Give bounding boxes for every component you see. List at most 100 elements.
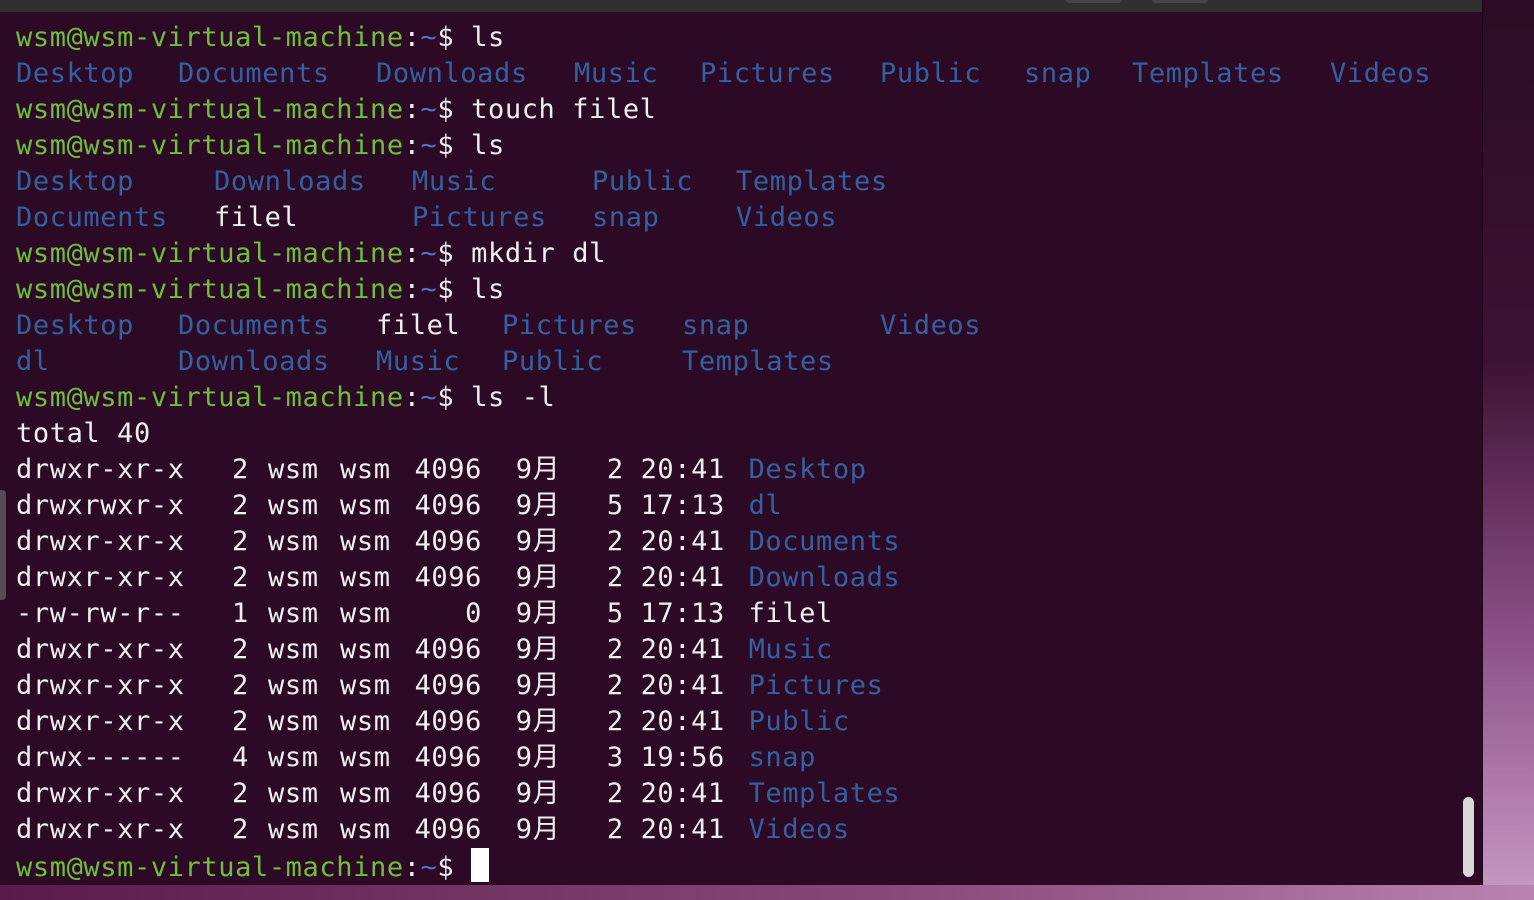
ls-output-row: dl Downloads Music Public Templates bbox=[16, 344, 1456, 380]
permissions: drwxr-xr-x bbox=[16, 562, 185, 593]
directory-name: Desktop bbox=[16, 310, 134, 341]
directory-name: Music bbox=[412, 166, 497, 197]
directory-name: Downloads bbox=[178, 346, 330, 377]
group: wsm bbox=[340, 454, 391, 485]
group: wsm bbox=[340, 778, 391, 809]
link-count: 2 bbox=[232, 814, 249, 845]
terminal-scrollbar[interactable] bbox=[1463, 797, 1474, 877]
time: 20:41 bbox=[640, 634, 725, 665]
link-count: 2 bbox=[232, 562, 249, 593]
directory-name: Documents bbox=[178, 310, 330, 341]
month: 9月 bbox=[515, 706, 561, 737]
directory-name: Pictures bbox=[502, 310, 637, 341]
day: 5 bbox=[606, 490, 624, 521]
directory-name: Videos bbox=[880, 310, 982, 341]
ls-output-row: Desktop Documents filel Pictures snap Videos bbox=[16, 308, 1456, 344]
month: 9月 bbox=[515, 634, 561, 665]
month: 9月 bbox=[515, 670, 561, 701]
directory-name: Downloads bbox=[214, 166, 366, 197]
command-line: wsm@wsm-virtual-machine:~$ ls bbox=[16, 20, 1456, 56]
command-line: wsm@wsm-virtual-machine:~$ bbox=[16, 848, 1456, 884]
day: 3 bbox=[606, 742, 624, 773]
ls-long-row: drwxr-xr-x 2 wsm wsm 4096 9月 2 20:41 Templates bbox=[16, 776, 1456, 812]
prompt-user-host: wsm@wsm-virtual-machine bbox=[16, 382, 404, 413]
file-name: filel bbox=[214, 202, 299, 233]
titlebar-button[interactable] bbox=[1152, 0, 1208, 3]
directory-name: Templates bbox=[1132, 58, 1284, 89]
directory-name: Public bbox=[502, 346, 604, 377]
directory-name: Music bbox=[748, 634, 833, 665]
prompt-symbol: $ bbox=[437, 382, 472, 413]
file-size: 4096 bbox=[414, 454, 482, 485]
ls-long-row: drwxr-xr-x 2 wsm wsm 4096 9月 2 20:41 Public bbox=[16, 704, 1456, 740]
owner: wsm bbox=[268, 526, 319, 557]
prompt-symbol: $ bbox=[437, 130, 472, 161]
group: wsm bbox=[340, 742, 391, 773]
directory-name: snap bbox=[748, 742, 816, 773]
link-count: 2 bbox=[232, 454, 249, 485]
ls-long-row: drwxr-xr-x 2 wsm wsm 4096 9月 2 20:41 Downloads bbox=[16, 560, 1456, 596]
directory-name: Desktop bbox=[16, 58, 134, 89]
link-count: 4 bbox=[232, 742, 249, 773]
terminal-window[interactable]: wsm@wsm-virtual-machine:~$ ls Desktop Docu… bbox=[0, 0, 1483, 885]
directory-name: Videos bbox=[736, 202, 838, 233]
command-text: ls -l bbox=[471, 382, 556, 413]
ls-long-row: -rw-rw-r-- 1 wsm wsm 0 9月 5 17:13 filel bbox=[16, 596, 1456, 632]
time: 19:56 bbox=[640, 742, 725, 773]
permissions: drwxr-xr-x bbox=[16, 526, 185, 557]
prompt-colon: : bbox=[403, 94, 421, 125]
time: 20:41 bbox=[640, 706, 725, 737]
prompt-colon: : bbox=[403, 852, 421, 883]
day: 5 bbox=[606, 598, 624, 629]
directory-name: Desktop bbox=[748, 454, 867, 485]
file-size: 4096 bbox=[414, 706, 482, 737]
prompt-user-host: wsm@wsm-virtual-machine bbox=[16, 274, 404, 305]
ls-long-row: drwxrwxr-x 2 wsm wsm 4096 9月 5 17:13 dl bbox=[16, 488, 1456, 524]
day: 2 bbox=[606, 526, 624, 557]
titlebar-button[interactable] bbox=[1066, 0, 1122, 3]
text-cursor bbox=[471, 848, 490, 882]
day: 2 bbox=[606, 814, 624, 845]
group: wsm bbox=[340, 670, 391, 701]
terminal-titlebar[interactable] bbox=[0, 0, 1482, 12]
directory-name: Videos bbox=[748, 814, 850, 845]
prompt-user-host: wsm@wsm-virtual-machine bbox=[16, 94, 404, 125]
directory-name: Public bbox=[748, 706, 850, 737]
file-size: 0 bbox=[465, 598, 482, 629]
directory-name: Templates bbox=[736, 166, 888, 197]
owner: wsm bbox=[268, 454, 319, 485]
link-count: 2 bbox=[232, 670, 249, 701]
link-count: 2 bbox=[232, 526, 249, 557]
file-size: 4096 bbox=[414, 778, 482, 809]
prompt-path: ~ bbox=[420, 94, 438, 125]
month: 9月 bbox=[515, 598, 561, 629]
command-line: wsm@wsm-virtual-machine:~$ ls bbox=[16, 128, 1456, 164]
directory-name: Documents bbox=[748, 526, 901, 557]
owner: wsm bbox=[268, 670, 319, 701]
group: wsm bbox=[340, 526, 391, 557]
prompt-symbol: $ bbox=[437, 22, 472, 53]
month: 9月 bbox=[515, 742, 561, 773]
link-count: 2 bbox=[232, 706, 249, 737]
command-text: ls bbox=[471, 274, 505, 305]
terminal-output[interactable]: wsm@wsm-virtual-machine:~$ ls Desktop Docu… bbox=[16, 20, 1456, 884]
day: 2 bbox=[606, 634, 624, 665]
month: 9月 bbox=[515, 562, 561, 593]
group: wsm bbox=[340, 598, 391, 629]
directory-name: Downloads bbox=[376, 58, 528, 89]
month: 9月 bbox=[515, 526, 561, 557]
permissions: drwxr-xr-x bbox=[16, 778, 185, 809]
ls-long-row: drwx------ 4 wsm wsm 4096 9月 3 19:56 snap bbox=[16, 740, 1456, 776]
window-resize-handle[interactable] bbox=[0, 490, 6, 600]
command-text: ls bbox=[471, 130, 505, 161]
ls-total-line: total 40 bbox=[16, 416, 1456, 452]
group: wsm bbox=[340, 706, 391, 737]
directory-name: Music bbox=[376, 346, 461, 377]
file-size: 4096 bbox=[414, 526, 482, 557]
ls-total: total 40 bbox=[16, 418, 151, 449]
prompt-colon: : bbox=[403, 238, 421, 269]
day: 2 bbox=[606, 778, 624, 809]
directory-name: Videos bbox=[1330, 58, 1432, 89]
permissions: drwxr-xr-x bbox=[16, 454, 185, 485]
day: 2 bbox=[606, 562, 624, 593]
